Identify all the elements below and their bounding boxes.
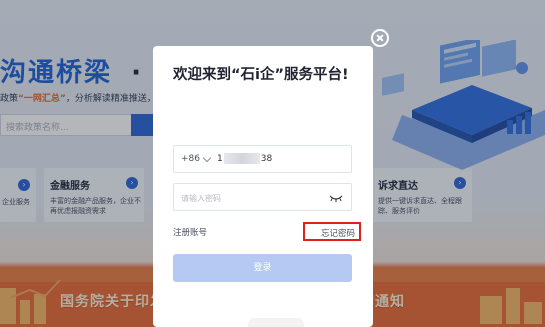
country-code-select[interactable]: +86: [181, 154, 200, 164]
phone-field[interactable]: +86 1 38: [173, 145, 352, 173]
close-icon[interactable]: [371, 29, 389, 47]
phone-suffix: 38: [260, 154, 273, 164]
redacted-mask: [223, 153, 260, 164]
phone-input[interactable]: 1 38: [217, 153, 272, 164]
password-field[interactable]: 请输入密码: [173, 183, 352, 211]
bottom-tab-handle: [248, 318, 304, 327]
password-placeholder: 请输入密码: [181, 194, 221, 203]
modal-title: 欢迎来到“石i企”服务平台!: [173, 67, 349, 83]
eye-closed-icon[interactable]: [329, 194, 343, 202]
forgot-password-link[interactable]: 忘记密码: [321, 227, 355, 239]
chevron-down-icon[interactable]: [202, 153, 212, 163]
register-link[interactable]: 注册账号: [173, 226, 207, 238]
login-button[interactable]: 登录: [173, 254, 352, 282]
phone-prefix: 1: [217, 154, 223, 164]
auth-links: 注册账号 忘记密码: [173, 222, 361, 242]
forgot-password-highlight[interactable]: 忘记密码: [303, 222, 361, 241]
login-modal: 欢迎来到“石i企”服务平台! +86 1 38 请输入密码 注册账号 忘记密码 登…: [153, 46, 373, 327]
